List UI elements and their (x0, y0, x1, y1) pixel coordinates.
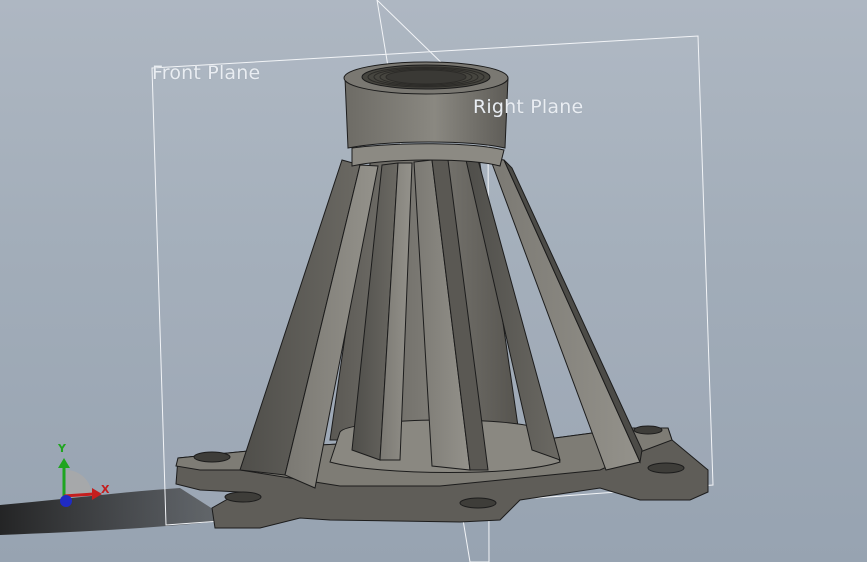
right-plane-label[interactable]: Right Plane (473, 96, 583, 118)
front-plane-label[interactable]: Front Plane (152, 62, 260, 84)
triad-y-arrow (58, 458, 70, 468)
triad-y-label: Y (58, 442, 66, 455)
graphics-viewport[interactable]: Front Plane Right Plane Y X (0, 0, 867, 562)
triad-z-axis (60, 495, 72, 507)
model-canvas[interactable] (0, 0, 867, 562)
triad-plane-quarter (66, 470, 92, 496)
triad-x-label: X (101, 483, 110, 496)
